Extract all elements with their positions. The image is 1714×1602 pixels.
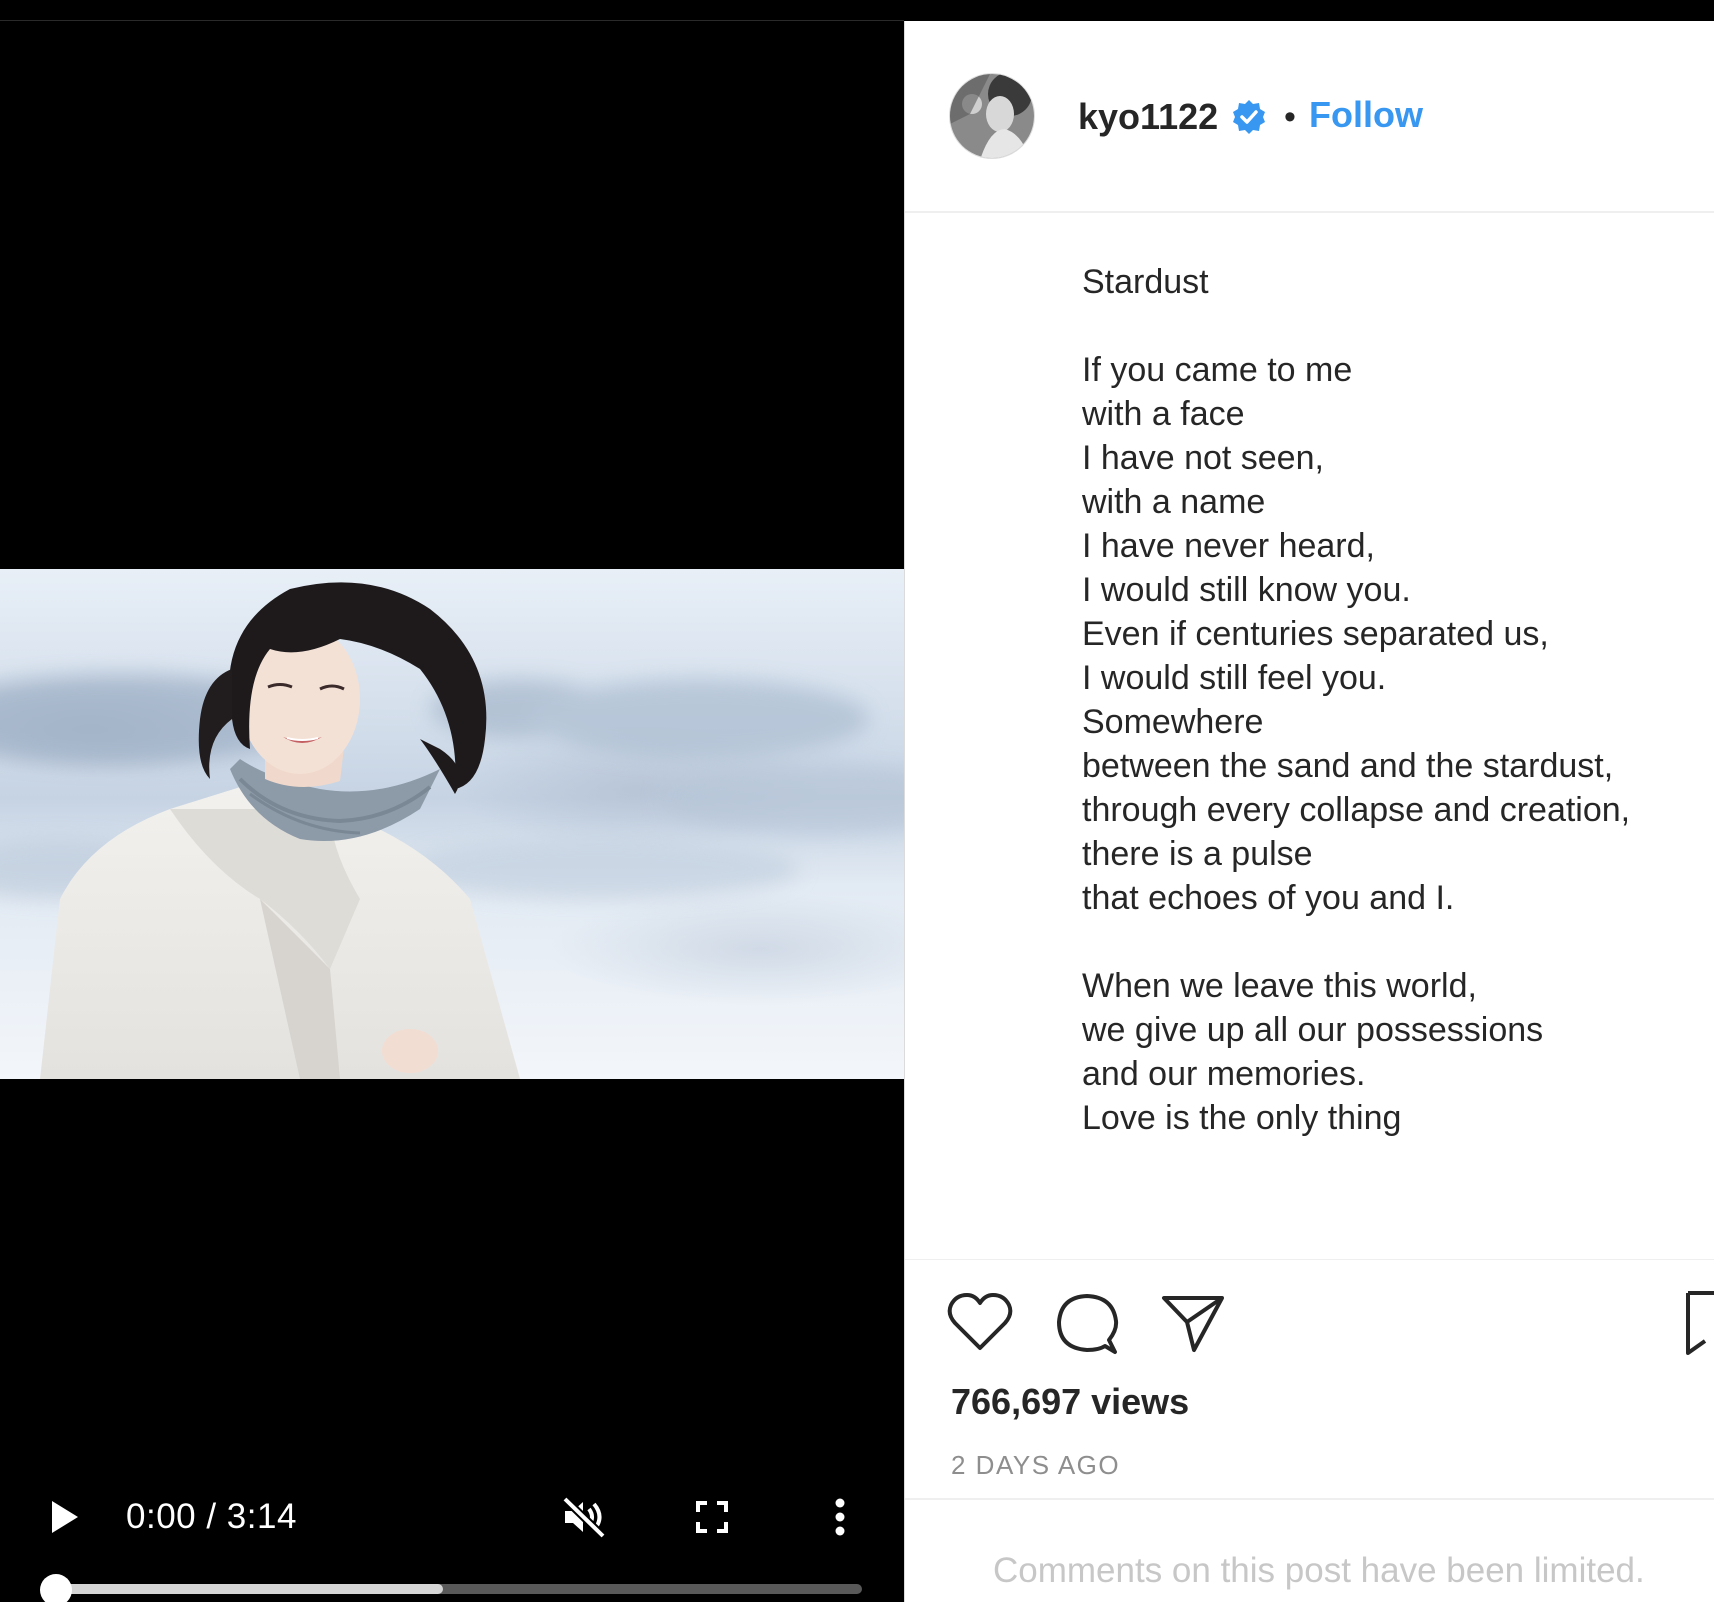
username[interactable]: kyo1122 — [1078, 91, 1218, 143]
video-controls: 0:00 / 3:14 — [0, 1451, 904, 1602]
video-still-image — [0, 582, 904, 1079]
comment-button[interactable] — [1055, 1292, 1119, 1356]
mute-button[interactable] — [560, 1495, 608, 1539]
caption-line: between the sand and the stardust, — [1082, 747, 1614, 785]
video-frame[interactable] — [0, 569, 904, 1079]
play-button[interactable] — [44, 1495, 84, 1539]
comments-divider — [905, 1498, 1714, 1500]
follow-button[interactable]: Follow — [1309, 89, 1423, 141]
caption-line: that echoes of you and I. — [1082, 879, 1455, 917]
browser-top-bar — [0, 0, 1714, 21]
caption-line: Stardust — [1082, 263, 1209, 301]
caption-line: I have never heard, — [1082, 527, 1375, 565]
caption-line: I would still know you. — [1082, 571, 1411, 609]
caption-line: there is a pulse — [1082, 835, 1313, 873]
caption-line: we give up all our possessions — [1082, 1011, 1544, 1049]
play-icon — [52, 1501, 78, 1533]
view-count: 766,697 views — [951, 1381, 1190, 1422]
verified-badge-icon — [1233, 100, 1265, 134]
post-caption: Stardust If you came to me with a face I ha… — [905, 215, 1714, 1259]
post-header: kyo1122 • Follow — [905, 21, 1714, 213]
separator-dot: • — [1284, 98, 1296, 136]
caption-line: Even if centuries separated us, — [1082, 615, 1549, 653]
post-timestamp: 2 DAYS AGO — [951, 1450, 1121, 1480]
caption-line: with a face — [1082, 395, 1245, 433]
actions-divider — [905, 1259, 1714, 1260]
caption-line: with a name — [1082, 483, 1266, 521]
vertical-dots-icon — [835, 1498, 845, 1536]
seek-buffered-progress — [56, 1584, 443, 1594]
muted-speaker-icon — [562, 1496, 606, 1538]
caption-line: When we leave this world, — [1082, 967, 1477, 1005]
share-button[interactable] — [1161, 1292, 1225, 1356]
avatar[interactable] — [949, 73, 1035, 159]
more-options-button[interactable] — [820, 1493, 860, 1541]
seek-thumb[interactable] — [40, 1574, 72, 1602]
paper-plane-icon — [1162, 1296, 1224, 1352]
caption-line: If you came to me — [1082, 351, 1353, 389]
caption-line: and our memories. — [1082, 1055, 1366, 1093]
caption-line: Somewhere — [1082, 703, 1264, 741]
fullscreen-icon — [696, 1501, 728, 1533]
seek-bar[interactable] — [56, 1584, 862, 1594]
time-display: 0:00 / 3:14 — [126, 1497, 297, 1536]
speech-bubble-icon — [1057, 1294, 1119, 1354]
fullscreen-button[interactable] — [690, 1495, 734, 1539]
caption-line: I have not seen, — [1082, 439, 1324, 477]
video-player[interactable]: 0:00 / 3:14 — [0, 21, 904, 1602]
caption-line: through every collapse and creation, — [1082, 791, 1631, 829]
save-button[interactable] — [1685, 1291, 1714, 1357]
like-button[interactable] — [947, 1292, 1013, 1352]
caption-line: I would still feel you. — [1082, 659, 1387, 697]
heart-icon — [947, 1293, 1013, 1350]
post-side-panel: kyo1122 • Follow Stardust If you came to … — [904, 21, 1714, 1602]
caption-line: Love is the only thing — [1082, 1099, 1402, 1137]
bookmark-icon — [1686, 1291, 1714, 1355]
comments-limited-notice: Comments on this post have been limited. — [993, 1551, 1645, 1590]
